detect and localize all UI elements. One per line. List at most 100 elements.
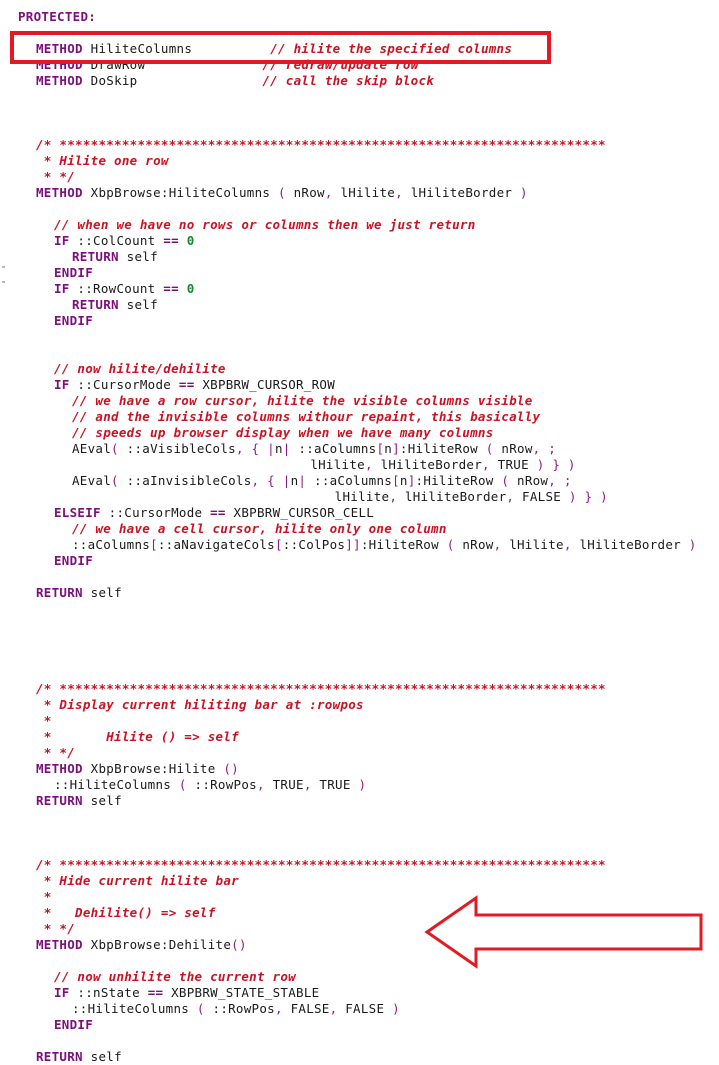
token-punct: , { | bbox=[235, 441, 275, 456]
token-cmt: /* *************************************… bbox=[36, 137, 606, 152]
code-line: PROTECTED: bbox=[0, 9, 719, 25]
token-punct: ) } ) bbox=[568, 489, 608, 504]
token-punct: , ; bbox=[548, 473, 572, 488]
token-kw: ELSEIF bbox=[54, 505, 101, 520]
code-line: METHOD XbpBrowse:HiliteColumns ( nRow, l… bbox=[0, 185, 719, 201]
token-id: FALSE bbox=[337, 1001, 393, 1016]
code-line: lHilite, lHiliteBorder, FALSE ) } ) bbox=[0, 489, 719, 505]
code-line: * Dehilite() => self bbox=[0, 905, 719, 921]
token-kw: RETURN bbox=[36, 793, 83, 808]
code-line: * Display current hiliting bar at :rowpo… bbox=[0, 697, 719, 713]
token-id: TRUE bbox=[264, 777, 304, 792]
code-line: * bbox=[0, 713, 719, 729]
token-punct: ( bbox=[178, 777, 187, 792]
token-id: DoSkip bbox=[82, 73, 138, 88]
code-line: /* *************************************… bbox=[0, 857, 719, 873]
token-punct: ] bbox=[392, 441, 400, 456]
code-line: // we have a cell cursor, hilite only on… bbox=[0, 521, 719, 537]
code-line: // we have a row cursor, hilite the visi… bbox=[0, 393, 719, 409]
token-id: ::aColumns bbox=[314, 473, 393, 488]
token-id: n bbox=[384, 441, 393, 456]
token-kw: IF bbox=[54, 233, 70, 248]
code-line: IF ::CursorMode == XBPBRW_CURSOR_ROW bbox=[0, 377, 719, 393]
token-punct: , { | bbox=[251, 473, 291, 488]
token-id: ::aVisibleCols bbox=[118, 441, 236, 456]
code-line: ::HiliteColumns ( ::RowPos, TRUE, TRUE ) bbox=[0, 777, 719, 793]
token-punct: ( bbox=[111, 473, 119, 488]
token-kw: ENDIF bbox=[54, 265, 94, 280]
token-id: lHilite bbox=[334, 489, 390, 504]
code-line-blank bbox=[0, 601, 719, 617]
token-cmt: // call the skip block bbox=[262, 73, 435, 88]
token-cmt: // we have a row cursor, hilite the visi… bbox=[72, 393, 533, 408]
token-punct: [ bbox=[392, 473, 400, 488]
code-line: lHilite, lHiliteBorder, TRUE ) } ) bbox=[0, 457, 719, 473]
code-line: ENDIF bbox=[0, 313, 719, 329]
token-id: ::HiliteColumns bbox=[54, 777, 179, 792]
token-id: self bbox=[82, 1049, 122, 1064]
token-cmt: // speeds up browser display when we hav… bbox=[72, 425, 494, 440]
code-line: METHOD XbpBrowse:Dehilite() bbox=[0, 937, 719, 953]
token-kw: IF bbox=[54, 377, 70, 392]
token-id: ::CursorMode bbox=[69, 377, 179, 392]
code-line-blank bbox=[0, 841, 719, 857]
code-line: ENDIF bbox=[0, 553, 719, 569]
token-id: ::aNavigateCols bbox=[157, 537, 275, 552]
token-id: lHiliteBorder bbox=[571, 537, 689, 552]
token-punct: ( bbox=[485, 441, 494, 456]
token-punct: | bbox=[282, 441, 299, 456]
token-kw: METHOD bbox=[36, 761, 83, 776]
token-punct: ) bbox=[358, 777, 367, 792]
token-punct: ] bbox=[407, 473, 416, 488]
margin-tick bbox=[2, 281, 5, 283]
token-kw: IF bbox=[54, 985, 70, 1000]
token-punct: ( bbox=[278, 185, 286, 200]
code-line-blank bbox=[0, 329, 719, 345]
token-id: ::RowCount bbox=[69, 281, 164, 296]
token-punct: [ bbox=[150, 537, 158, 552]
token-kw: RETURN bbox=[72, 249, 119, 264]
token-punct: , bbox=[389, 489, 398, 504]
token-id: nRow bbox=[454, 537, 494, 552]
code-line-blank bbox=[0, 809, 719, 825]
token-punct: , bbox=[364, 457, 373, 472]
token-id: ::nState bbox=[69, 985, 148, 1000]
token-kw: RETURN bbox=[36, 1049, 83, 1064]
token-id: ::ColPos bbox=[282, 537, 346, 552]
code-line-blank bbox=[0, 89, 719, 105]
token-id: ::aColumns bbox=[298, 441, 377, 456]
token-id: ::aColumns bbox=[72, 537, 151, 552]
token-punct: ( bbox=[111, 441, 119, 456]
code-line: RETURN self bbox=[0, 249, 719, 265]
code-line-blank bbox=[0, 569, 719, 585]
token-id: ::CursorMode bbox=[100, 505, 211, 520]
source-code-surface: PROTECTED: METHOD HiliteColumns // hilit… bbox=[0, 0, 719, 1064]
token-id: XbpBrowse:HiliteColumns bbox=[82, 185, 278, 200]
code-line: * */ bbox=[0, 921, 719, 937]
code-line: IF ::RowCount == 0 bbox=[0, 281, 719, 297]
code-line-blank bbox=[0, 345, 719, 361]
token-kw: ENDIF bbox=[54, 313, 94, 328]
token-id: ::aInvisibleCols bbox=[118, 473, 252, 488]
token-cmt: // we have a cell cursor, hilite only on… bbox=[72, 521, 447, 536]
code-line-blank bbox=[0, 617, 719, 633]
code-line: AEval( ::aVisibleCols, { |n| ::aColumns[… bbox=[0, 441, 719, 457]
token-num: 0 bbox=[178, 281, 195, 296]
token-id: TRUE bbox=[489, 457, 537, 472]
token-id: lHiliteBorder bbox=[397, 489, 507, 504]
token-id: TRUE bbox=[311, 777, 359, 792]
token-id: self bbox=[118, 297, 158, 312]
token-punct: , bbox=[256, 777, 265, 792]
token-cmt: * */ bbox=[36, 921, 76, 936]
code-line: // when we have no rows or columns then … bbox=[0, 217, 719, 233]
token-punct: , bbox=[324, 185, 333, 200]
code-line: IF ::nState == XBPBRW_STATE_STABLE bbox=[0, 985, 719, 1001]
token-kw: == bbox=[210, 505, 226, 520]
code-line: // now hilite/dehilite bbox=[0, 361, 719, 377]
code-line: ELSEIF ::CursorMode == XBPBRW_CURSOR_CEL… bbox=[0, 505, 719, 521]
code-line-blank bbox=[0, 1033, 719, 1049]
token-id: n bbox=[274, 441, 283, 456]
code-line: * Hide current hilite bar bbox=[0, 873, 719, 889]
code-line: RETURN self bbox=[0, 297, 719, 313]
code-line: * */ bbox=[0, 169, 719, 185]
